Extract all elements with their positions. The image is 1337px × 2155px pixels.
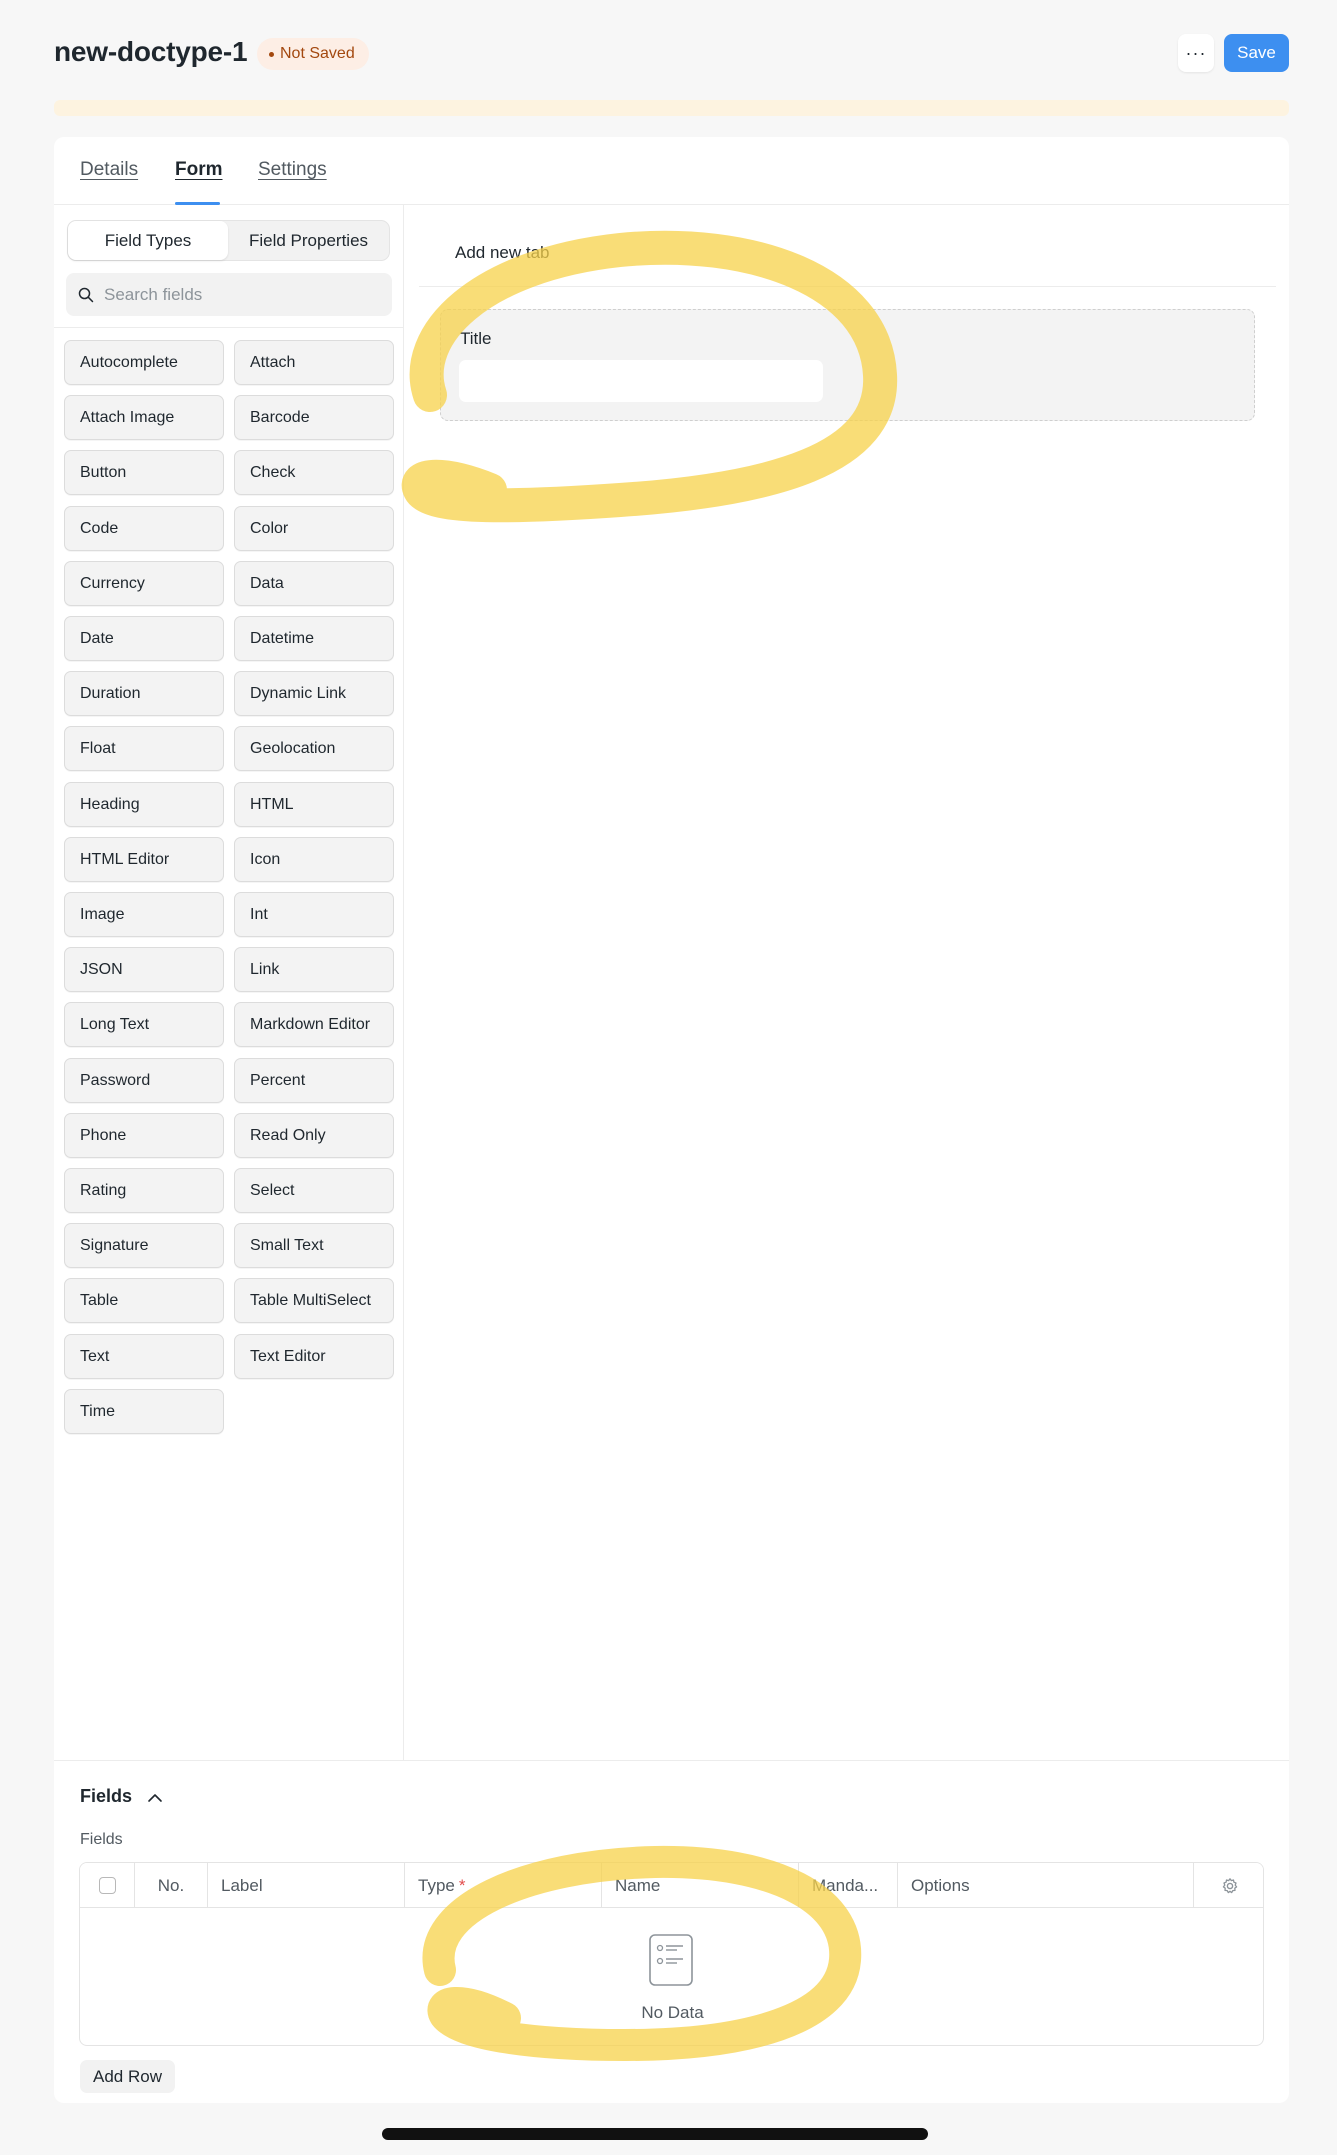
tab-form[interactable]: Form bbox=[175, 159, 223, 181]
gear-icon[interactable] bbox=[1221, 1877, 1239, 1895]
empty-state-text: No Data bbox=[641, 2003, 704, 2022]
field-properties-toggle[interactable]: Field Properties bbox=[228, 221, 389, 260]
column-options: Options bbox=[898, 1863, 1194, 1908]
field-type-password-button[interactable]: Password bbox=[64, 1058, 224, 1103]
fields-table-label: Fields bbox=[80, 1831, 123, 1848]
sidebar-divider bbox=[54, 327, 404, 328]
title-field-preview[interactable] bbox=[459, 360, 823, 402]
search-icon bbox=[78, 287, 94, 303]
form-section[interactable]: Title bbox=[440, 309, 1255, 421]
field-type-geolocation-button[interactable]: Geolocation bbox=[234, 726, 394, 771]
column-type-text: Type bbox=[418, 1875, 455, 1895]
field-type-datetime-button[interactable]: Datetime bbox=[234, 616, 394, 661]
column-label: Label bbox=[208, 1863, 405, 1908]
field-type-barcode-button[interactable]: Barcode bbox=[234, 395, 394, 440]
field-type-text-button[interactable]: Text bbox=[64, 1334, 224, 1379]
field-type-link-button[interactable]: Link bbox=[234, 947, 394, 992]
field-type-check-button[interactable]: Check bbox=[234, 450, 394, 495]
page-header: new-doctype-1 Not Saved ··· Save bbox=[54, 34, 1289, 86]
field-type-icon-button[interactable]: Icon bbox=[234, 837, 394, 882]
field-type-float-button[interactable]: Float bbox=[64, 726, 224, 771]
field-type-small-text-button[interactable]: Small Text bbox=[234, 1223, 394, 1268]
column-no: No. bbox=[135, 1863, 208, 1908]
grid-settings-cell bbox=[1194, 1863, 1263, 1908]
search-input[interactable] bbox=[104, 275, 384, 314]
status-dot-icon bbox=[269, 51, 274, 57]
fields-section-title[interactable]: Fields bbox=[80, 1786, 132, 1807]
tab-details[interactable]: Details bbox=[80, 159, 138, 181]
field-type-json-button[interactable]: JSON bbox=[64, 947, 224, 992]
more-actions-button[interactable]: ··· bbox=[1178, 34, 1214, 72]
field-type-table-multiselect-button[interactable]: Table MultiSelect bbox=[234, 1278, 394, 1323]
status-text: Not Saved bbox=[280, 45, 355, 62]
form-canvas: Add new tab Title bbox=[404, 205, 1289, 1760]
sidebar-segmented-control: Field Types Field Properties bbox=[67, 220, 390, 261]
field-type-date-button[interactable]: Date bbox=[64, 616, 224, 661]
column-name: Name bbox=[602, 1863, 799, 1908]
field-type-percent-button[interactable]: Percent bbox=[234, 1058, 394, 1103]
field-sidebar: Field Types Field Properties Autocomplet… bbox=[54, 205, 404, 1760]
field-label: Title bbox=[460, 329, 492, 348]
main-card: Details Form Settings Field Types Field … bbox=[54, 137, 1289, 2103]
fields-section: Fields Fields No. Label Type * Name Mand… bbox=[54, 1760, 1289, 2103]
field-type-duration-button[interactable]: Duration bbox=[64, 671, 224, 716]
field-types-toggle[interactable]: Field Types bbox=[68, 221, 228, 260]
field-type-long-text-button[interactable]: Long Text bbox=[64, 1002, 224, 1047]
field-type-autocomplete-button[interactable]: Autocomplete bbox=[64, 340, 224, 385]
select-all-cell bbox=[80, 1863, 135, 1908]
field-type-rating-button[interactable]: Rating bbox=[64, 1168, 224, 1213]
chevron-up-icon[interactable] bbox=[146, 1789, 164, 1807]
field-type-table-button[interactable]: Table bbox=[64, 1278, 224, 1323]
select-all-checkbox[interactable] bbox=[98, 1877, 116, 1894]
page-title: new-doctype-1 bbox=[54, 36, 248, 67]
field-type-heading-button[interactable]: Heading bbox=[64, 782, 224, 827]
field-type-code-button[interactable]: Code bbox=[64, 506, 224, 551]
field-type-read-only-button[interactable]: Read Only bbox=[234, 1113, 394, 1158]
field-type-phone-button[interactable]: Phone bbox=[64, 1113, 224, 1158]
field-type-button-button[interactable]: Button bbox=[64, 450, 224, 495]
notice-strip bbox=[54, 100, 1289, 116]
field-type-attach-image-button[interactable]: Attach Image bbox=[64, 395, 224, 440]
field-type-time-button[interactable]: Time bbox=[64, 1389, 224, 1434]
tab-settings[interactable]: Settings bbox=[258, 159, 327, 181]
field-type-html-editor-button[interactable]: HTML Editor bbox=[64, 837, 224, 882]
column-mandatory: Manda... bbox=[799, 1863, 898, 1908]
field-type-currency-button[interactable]: Currency bbox=[64, 561, 224, 606]
status-badge: Not Saved bbox=[257, 38, 369, 70]
tab-bar: Details Form Settings bbox=[54, 137, 1289, 205]
field-type-markdown-editor-button[interactable]: Markdown Editor bbox=[234, 1002, 394, 1047]
grid-header-row: No. Label Type * Name Manda... Options bbox=[80, 1863, 1263, 1908]
field-type-dynamic-link-button[interactable]: Dynamic Link bbox=[234, 671, 394, 716]
fields-grid: No. Label Type * Name Manda... Options N… bbox=[79, 1862, 1264, 2046]
field-type-int-button[interactable]: Int bbox=[234, 892, 394, 937]
field-type-image-button[interactable]: Image bbox=[64, 892, 224, 937]
add-row-button[interactable]: Add Row bbox=[80, 2060, 175, 2093]
add-new-tab-button[interactable]: Add new tab bbox=[455, 243, 550, 263]
field-type-signature-button[interactable]: Signature bbox=[64, 1223, 224, 1268]
field-type-select-button[interactable]: Select bbox=[234, 1168, 394, 1213]
canvas-divider bbox=[419, 286, 1276, 287]
empty-list-icon bbox=[649, 1934, 693, 1986]
column-type: Type * bbox=[405, 1863, 602, 1908]
field-type-text-editor-button[interactable]: Text Editor bbox=[234, 1334, 394, 1379]
home-indicator bbox=[382, 2128, 928, 2140]
save-button[interactable]: Save bbox=[1224, 34, 1289, 72]
field-type-attach-button[interactable]: Attach bbox=[234, 340, 394, 385]
empty-state: No Data bbox=[80, 1908, 1263, 2045]
field-type-data-button[interactable]: Data bbox=[234, 561, 394, 606]
field-type-html-button[interactable]: HTML bbox=[234, 782, 394, 827]
required-mark: * bbox=[458, 1875, 466, 1895]
field-type-color-button[interactable]: Color bbox=[234, 506, 394, 551]
